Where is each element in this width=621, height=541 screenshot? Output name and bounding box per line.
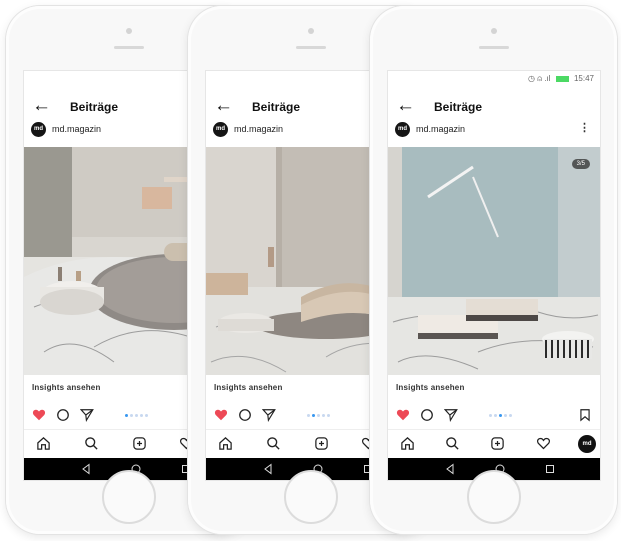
comment-icon[interactable] <box>420 408 434 422</box>
front-camera <box>125 28 132 34</box>
page-title: Beiträge <box>434 100 483 114</box>
speaker-grill <box>478 46 509 49</box>
carousel-dots <box>307 414 332 417</box>
search-icon[interactable] <box>266 436 281 451</box>
send-icon[interactable] <box>444 408 458 422</box>
bookmark-icon[interactable] <box>578 408 592 422</box>
send-icon[interactable] <box>262 408 276 422</box>
comment-icon[interactable] <box>56 408 70 422</box>
post-caption[interactable]: Insights ansehen <box>396 383 465 392</box>
heart-outline-icon[interactable] <box>536 436 551 451</box>
back-button[interactable]: ← <box>214 95 233 117</box>
search-icon[interactable] <box>84 436 99 451</box>
add-icon[interactable] <box>132 436 147 451</box>
send-icon[interactable] <box>80 408 94 422</box>
heart-icon[interactable] <box>214 408 228 422</box>
page-title: Beiträge <box>70 100 119 114</box>
add-icon[interactable] <box>314 436 329 451</box>
carousel-counter-badge: 3/5 <box>571 159 590 169</box>
page-title: Beiträge <box>252 100 301 114</box>
avatar[interactable]: md <box>31 122 46 137</box>
status-bar: ◷ ⍝ .ıl 15:47 <box>388 71 600 87</box>
post-header[interactable]: md md.magazin ⋮ <box>388 121 600 139</box>
post-caption[interactable]: Insights ansehen <box>32 383 101 392</box>
home-icon[interactable] <box>36 436 51 451</box>
front-camera <box>490 28 497 34</box>
post-caption[interactable]: Insights ansehen <box>214 383 283 392</box>
battery-icon <box>555 75 569 82</box>
md-avatar-icon[interactable]: md <box>578 435 596 453</box>
search-icon[interactable] <box>445 436 460 451</box>
square-recent-icon[interactable] <box>544 463 556 475</box>
status-icons: ◷ ⍝ .ıl <box>528 74 551 83</box>
home-button[interactable] <box>101 470 156 524</box>
post-actions <box>388 407 600 427</box>
speaker-grill <box>295 46 326 49</box>
carousel-dots <box>489 414 514 417</box>
app-bar: ← Beiträge <box>388 93 600 123</box>
triangle-back-icon[interactable] <box>444 463 456 475</box>
comment-icon[interactable] <box>238 408 252 422</box>
avatar[interactable]: md <box>213 122 228 137</box>
home-button[interactable] <box>283 470 338 524</box>
account-name[interactable]: md.magazin <box>52 124 101 134</box>
status-time: 15:47 <box>573 74 594 83</box>
home-icon[interactable] <box>400 436 415 451</box>
phone-screen-3: ◷ ⍝ .ıl 15:47 ← Beiträge md md.magazin ⋮ <box>387 70 601 481</box>
more-options-button[interactable]: ⋮ <box>579 121 590 134</box>
carousel-dots <box>125 414 150 417</box>
phone-mockup-3: ◷ ⍝ .ıl 15:47 ← Beiträge md md.magazin ⋮ <box>370 6 617 534</box>
home-button[interactable] <box>466 470 521 524</box>
heart-icon[interactable] <box>32 408 46 422</box>
speaker-grill <box>113 46 144 49</box>
bottom-nav: md <box>388 429 600 458</box>
home-icon[interactable] <box>218 436 233 451</box>
avatar[interactable]: md <box>395 122 410 137</box>
post-image[interactable]: 3/5 <box>388 147 600 375</box>
triangle-back-icon[interactable] <box>80 463 92 475</box>
add-icon[interactable] <box>490 436 505 451</box>
heart-icon[interactable] <box>396 408 410 422</box>
triangle-back-icon[interactable] <box>262 463 274 475</box>
front-camera <box>307 28 314 34</box>
back-button[interactable]: ← <box>396 95 415 117</box>
account-name[interactable]: md.magazin <box>416 124 465 134</box>
back-button[interactable]: ← <box>32 95 51 117</box>
interior-photo <box>388 147 600 375</box>
account-name[interactable]: md.magazin <box>234 124 283 134</box>
